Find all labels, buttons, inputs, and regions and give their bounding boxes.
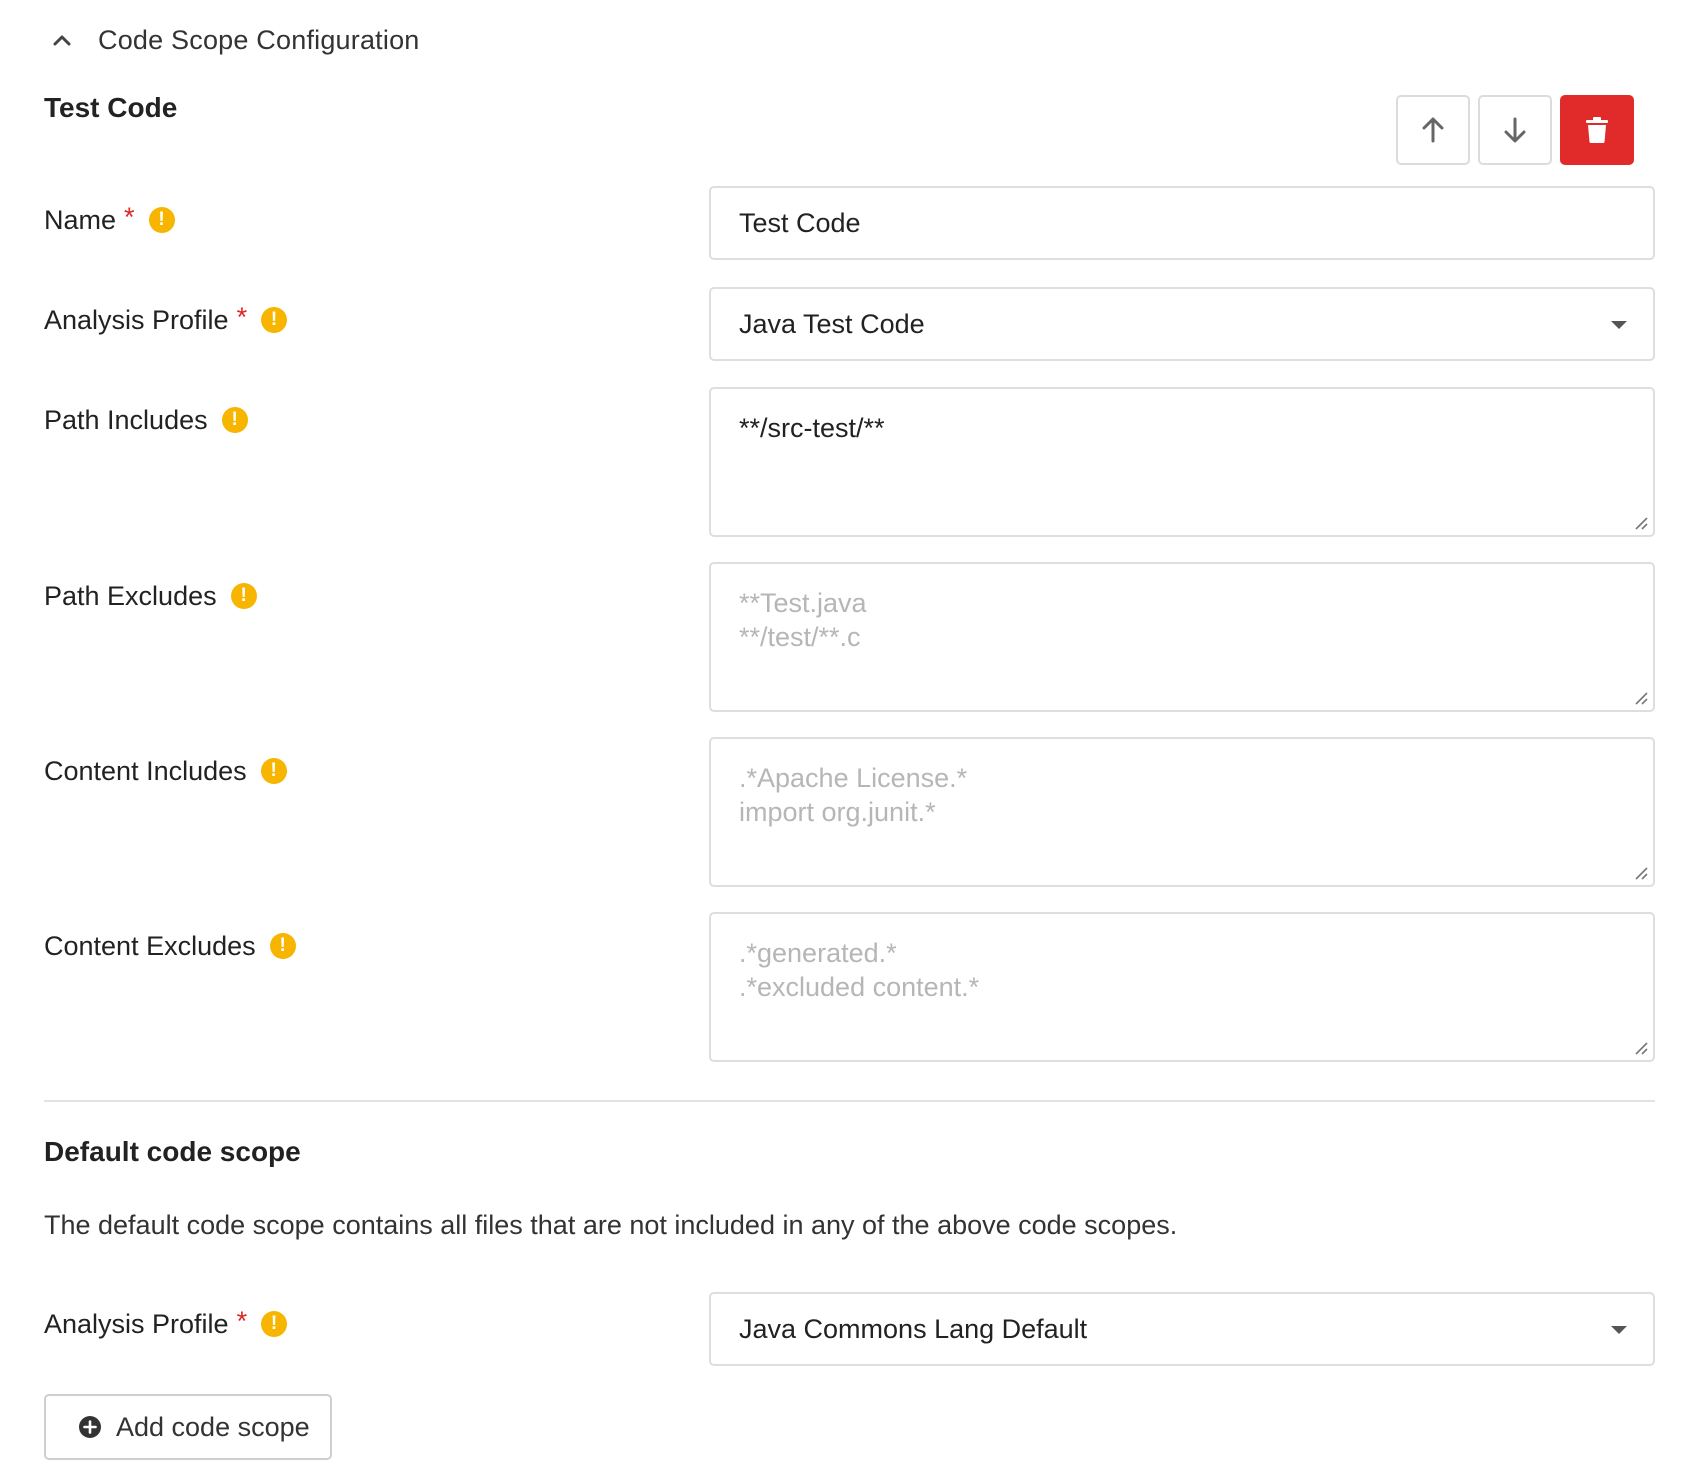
arrow-down-icon xyxy=(1504,117,1526,143)
name-label: Name * ! xyxy=(44,200,175,240)
info-icon[interactable]: ! xyxy=(148,207,175,233)
default-analysis-profile-label: Analysis Profile * ! xyxy=(44,1304,288,1344)
delete-scope-button[interactable] xyxy=(1560,95,1634,165)
name-input-value: Test Code xyxy=(739,207,861,238)
arrow-up-icon xyxy=(1422,117,1444,143)
content-excludes-placeholder: .*generated.* .*excluded content.* xyxy=(739,938,980,1002)
default-analysis-profile-selected-value: Java Commons Lang Default xyxy=(739,1313,1088,1344)
path-includes-label-text: Path Includes xyxy=(44,404,208,435)
path-includes-textarea[interactable]: **/src-test/** xyxy=(709,387,1655,537)
content-excludes-label: Content Excludes ! xyxy=(44,926,296,966)
default-analysis-profile-label-text: Analysis Profile xyxy=(44,1308,229,1339)
scope-toolbar xyxy=(1396,95,1634,165)
resize-grip-icon[interactable] xyxy=(1633,515,1649,531)
content-includes-placeholder: .*Apache License.* import org.junit.* xyxy=(739,763,968,827)
path-excludes-label: Path Excludes ! xyxy=(44,576,257,616)
info-icon[interactable]: ! xyxy=(269,933,296,959)
content-includes-label-text: Content Includes xyxy=(44,755,247,786)
content-includes-textarea[interactable]: .*Apache License.* import org.junit.* xyxy=(709,737,1655,887)
analysis-profile-select[interactable]: Java Test Code xyxy=(709,287,1655,361)
info-icon[interactable]: ! xyxy=(221,407,248,433)
plus-circle-icon xyxy=(78,1415,102,1439)
required-asterisk: * xyxy=(236,301,248,332)
code-scope-page: Code Scope Configuration Test Code Name … xyxy=(0,0,1702,1484)
caret-down-icon xyxy=(1611,1326,1627,1334)
resize-grip-icon[interactable] xyxy=(1633,865,1649,881)
path-includes-label: Path Includes ! xyxy=(44,400,248,440)
info-icon[interactable]: ! xyxy=(261,1311,288,1337)
default-scope-description: The default code scope contains all file… xyxy=(44,1210,1178,1240)
name-label-text: Name xyxy=(44,204,117,235)
required-asterisk: * xyxy=(236,1305,248,1336)
path-includes-value: **/src-test/** xyxy=(739,413,885,443)
resize-grip-icon[interactable] xyxy=(1633,1040,1649,1056)
section-divider xyxy=(44,1100,1655,1102)
resize-grip-icon[interactable] xyxy=(1633,690,1649,706)
info-icon[interactable]: ! xyxy=(230,583,257,609)
trash-icon xyxy=(1586,117,1608,143)
section-header-title: Code Scope Configuration xyxy=(98,24,420,55)
analysis-profile-label: Analysis Profile * ! xyxy=(44,300,288,340)
required-asterisk: * xyxy=(124,201,135,232)
move-down-button[interactable] xyxy=(1478,95,1552,165)
path-excludes-textarea[interactable]: **Test.java **/test/**.c xyxy=(709,562,1655,712)
analysis-profile-selected-value: Java Test Code xyxy=(739,308,925,339)
path-excludes-label-text: Path Excludes xyxy=(44,580,217,611)
add-code-scope-label: Add code scope xyxy=(116,1411,310,1442)
content-excludes-textarea[interactable]: .*generated.* .*excluded content.* xyxy=(709,912,1655,1062)
caret-down-icon xyxy=(1611,321,1627,329)
name-input[interactable]: Test Code xyxy=(709,186,1655,260)
code-scope-configuration-header[interactable]: Code Scope Configuration xyxy=(50,18,420,62)
content-includes-label: Content Includes ! xyxy=(44,751,287,791)
chevron-up-icon[interactable] xyxy=(50,28,74,52)
scope-title: Test Code xyxy=(44,92,178,123)
analysis-profile-label-text: Analysis Profile xyxy=(44,304,229,335)
info-icon[interactable]: ! xyxy=(260,758,287,784)
info-icon[interactable]: ! xyxy=(261,307,288,333)
content-excludes-label-text: Content Excludes xyxy=(44,930,256,961)
add-code-scope-button[interactable]: Add code scope xyxy=(44,1394,332,1460)
default-scope-title: Default code scope xyxy=(44,1136,301,1167)
path-excludes-placeholder: **Test.java **/test/**.c xyxy=(739,588,867,652)
move-up-button[interactable] xyxy=(1396,95,1470,165)
default-analysis-profile-select[interactable]: Java Commons Lang Default xyxy=(709,1292,1655,1366)
